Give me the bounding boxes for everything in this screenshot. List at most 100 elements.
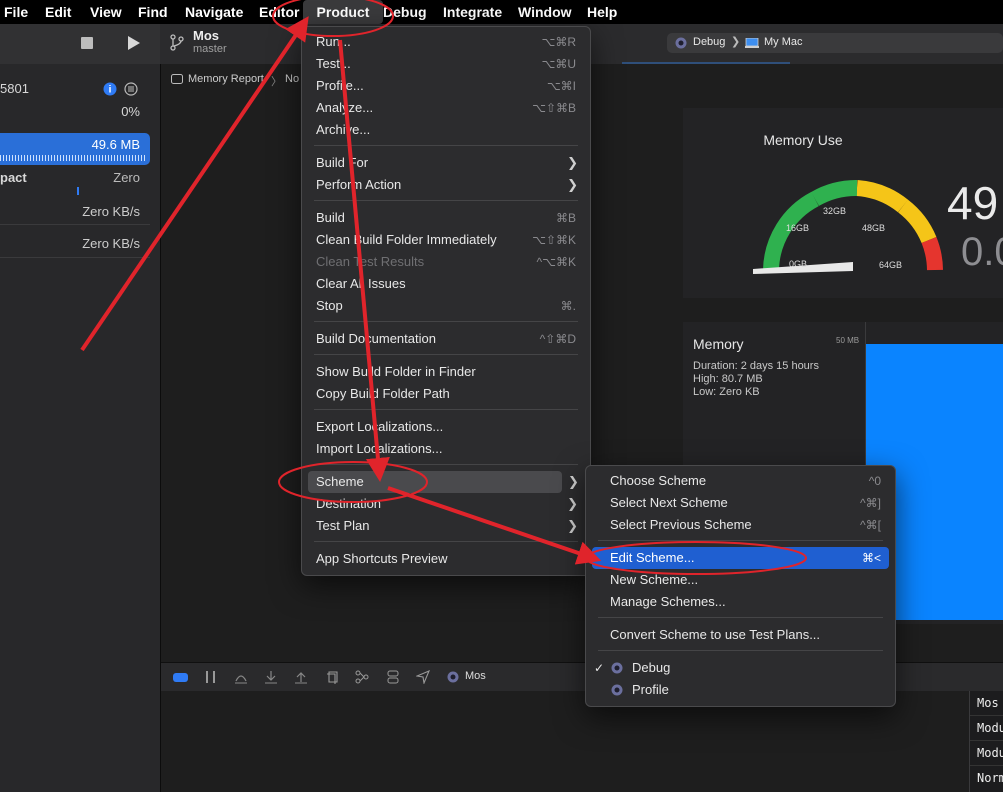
- process-id[interactable]: 5801: [0, 81, 29, 96]
- menu-item-perform-action[interactable]: Perform Action ❯: [308, 174, 584, 196]
- menu-separator: [598, 650, 883, 651]
- menu-item-new-scheme[interactable]: New Scheme...: [592, 569, 889, 591]
- step-over-icon[interactable]: [234, 670, 248, 684]
- menu-editor[interactable]: Editor: [259, 0, 299, 24]
- menu-item-import-localizations[interactable]: Import Localizations...: [308, 438, 584, 460]
- memory-row-selected[interactable]: 49.6 MB: [0, 133, 150, 165]
- gauge-icon[interactable]: [124, 82, 138, 96]
- menu-item-stop[interactable]: Stop ⌘.: [308, 295, 584, 317]
- network-value: Zero KB/s: [82, 236, 140, 251]
- menu-item-run[interactable]: Run... ⌥⌘R: [308, 31, 584, 53]
- menu-item-select-previous-scheme[interactable]: Select Previous Scheme ^⌘[: [592, 514, 889, 536]
- menu-debug[interactable]: Debug: [383, 0, 427, 24]
- debug-process-name[interactable]: Mos: [465, 670, 486, 682]
- chevron-right-icon: ❯: [731, 36, 741, 48]
- menu-navigate[interactable]: Navigate: [185, 0, 243, 24]
- memory-sub-value: 0.0: [961, 230, 1003, 274]
- menu-bar: File Edit View Find Navigate Editor Prod…: [0, 0, 1003, 24]
- menu-item-profile[interactable]: Profile... ⌥⌘I: [308, 75, 584, 97]
- run-icon[interactable]: [126, 35, 142, 51]
- menu-item-destination[interactable]: Destination ❯: [308, 493, 584, 515]
- menu-item-edit-scheme[interactable]: Edit Scheme... ⌘<: [592, 547, 889, 569]
- menu-separator: [314, 409, 578, 410]
- menu-item-build-for[interactable]: Build For ❯: [308, 152, 584, 174]
- menu-item-manage-schemes[interactable]: Manage Schemes...: [592, 591, 889, 613]
- graph-axis-top: 50 MB: [836, 336, 860, 345]
- memory-sparkline: [0, 155, 146, 161]
- menu-item-select-next-scheme[interactable]: Select Next Scheme ^⌘]: [592, 492, 889, 514]
- menu-separator: [314, 354, 578, 355]
- menu-item-choose-scheme[interactable]: Choose Scheme ^0: [592, 470, 889, 492]
- menu-file[interactable]: File: [4, 0, 28, 24]
- gauge-label-0gb: 0GB: [789, 259, 807, 269]
- scheme-selector[interactable]: Debug ❯ My Mac: [667, 33, 1003, 53]
- console-variables-pane: Mos Modu Modu Norm: [969, 691, 1003, 792]
- destination-label: My Mac: [764, 36, 803, 48]
- console-line: Modu: [977, 721, 1003, 735]
- energy-value: Zero: [113, 170, 140, 185]
- debug-navigator: 5801 i 0% 49.6 MB pact Zero Zero KB/s Ze…: [0, 64, 161, 792]
- chevron-right-icon: ❯: [568, 474, 579, 489]
- menu-product[interactable]: Product: [303, 0, 383, 24]
- menu-item-scheme-profile[interactable]: Profile: [592, 679, 889, 701]
- menu-separator: [314, 541, 578, 542]
- toggle-console-icon[interactable]: [173, 673, 188, 682]
- chevron-right-icon: ❯: [567, 177, 578, 192]
- menu-item-copy-build-folder-path[interactable]: Copy Build Folder Path: [308, 383, 584, 405]
- menu-item-build-documentation[interactable]: Build Documentation ^⇧⌘D: [308, 328, 584, 350]
- menu-item-analyze[interactable]: Analyze... ⌥⇧⌘B: [308, 97, 584, 119]
- console-line: Mos: [977, 696, 999, 710]
- memory-high: High: 80.7 MB: [693, 373, 763, 385]
- toolbar-left: [0, 24, 160, 64]
- menu-separator: [314, 145, 578, 146]
- menu-item-export-localizations[interactable]: Export Localizations...: [308, 416, 584, 438]
- pause-icon[interactable]: [206, 671, 215, 683]
- jump-bar-report[interactable]: Memory Report: [188, 73, 264, 85]
- energy-label: pact: [0, 170, 27, 185]
- menu-item-scheme-debug[interactable]: ✓ Debug: [592, 657, 889, 679]
- menu-item-scheme[interactable]: Scheme: [308, 471, 562, 493]
- environment-overrides-icon[interactable]: [386, 670, 400, 684]
- step-out-icon[interactable]: [294, 670, 308, 684]
- jump-bar-trail[interactable]: No: [285, 73, 299, 85]
- menu-item-test[interactable]: Test... ⌥⌘U: [308, 53, 584, 75]
- menu-view[interactable]: View: [90, 0, 122, 24]
- scheme-icon: [675, 37, 687, 49]
- scheme-submenu: Choose Scheme ^0 Select Next Scheme ^⌘] Se…: [585, 465, 896, 707]
- menu-item-clean-build-folder[interactable]: Clean Build Folder Immediately ⌥⇧⌘K: [308, 229, 584, 251]
- menu-separator: [598, 540, 883, 541]
- project-name[interactable]: Mos: [193, 28, 219, 43]
- menu-item-build[interactable]: Build ⌘B: [308, 207, 584, 229]
- memory-low: Low: Zero KB: [693, 386, 760, 398]
- svg-text:i: i: [109, 85, 112, 96]
- sidebar-divider: [0, 257, 150, 258]
- menu-item-archive[interactable]: Archive...: [308, 119, 584, 141]
- disk-value: Zero KB/s: [82, 204, 140, 219]
- menu-item-clear-all-issues[interactable]: Clear All Issues: [308, 273, 584, 295]
- menu-window[interactable]: Window: [518, 0, 572, 24]
- memory-graph-icon[interactable]: [355, 670, 369, 684]
- menu-edit[interactable]: Edit: [45, 0, 71, 24]
- menu-item-app-shortcuts-preview[interactable]: App Shortcuts Preview: [308, 548, 584, 570]
- scheme-icon: [611, 684, 623, 696]
- view-debugger-icon[interactable]: [326, 670, 340, 684]
- step-into-icon[interactable]: [264, 670, 278, 684]
- menu-help[interactable]: Help: [587, 0, 617, 24]
- product-menu: Run... ⌥⌘R Test... ⌥⌘U Profile... ⌥⌘I Analy…: [301, 26, 591, 576]
- jump-bar-separator: 〉: [271, 76, 282, 88]
- gauge-label-32gb: 32GB: [823, 206, 846, 216]
- location-icon[interactable]: [416, 670, 430, 684]
- menu-integrate[interactable]: Integrate: [443, 0, 502, 24]
- menu-item-test-plan[interactable]: Test Plan ❯: [308, 515, 584, 537]
- menu-item-convert-scheme[interactable]: Convert Scheme to use Test Plans...: [592, 624, 889, 646]
- memory-graph-title: Memory: [693, 336, 744, 352]
- menu-find[interactable]: Find: [138, 0, 168, 24]
- stop-icon[interactable]: [81, 37, 93, 49]
- energy-tick: [77, 187, 79, 195]
- chevron-right-icon: ❯: [567, 155, 578, 170]
- mac-icon: [745, 38, 759, 48]
- info-icon[interactable]: i: [103, 82, 117, 96]
- menu-separator: [314, 200, 578, 201]
- menu-item-show-build-folder[interactable]: Show Build Folder in Finder: [308, 361, 584, 383]
- memory-use-card: Memory Use 0GB 16GB 32GB 48GB 64GB 49 0.…: [683, 108, 1003, 298]
